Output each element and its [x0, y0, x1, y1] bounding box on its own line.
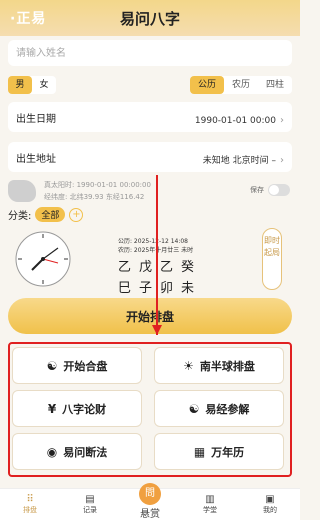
feature-label: 万年历 — [211, 445, 245, 459]
calendar-lunar-tab[interactable]: 农历 — [224, 76, 258, 94]
china-map-icon — [8, 180, 36, 202]
gender-male-button[interactable]: 男 — [8, 76, 32, 94]
tab-label: 学堂 — [203, 506, 217, 514]
gregorian-time: 公历: 2025-12-12 14:08 — [118, 238, 188, 245]
save-toggle[interactable] — [268, 184, 290, 196]
save-label: 保存 — [250, 186, 264, 194]
sun-icon: ☀ — [183, 358, 194, 373]
tab-label: 记录 — [83, 506, 97, 514]
category-label: 分类: — [8, 211, 32, 222]
category-row: 分类: 全部 + — [8, 207, 84, 222]
iching-explain-button[interactable]: ☯ 易经参解 — [154, 390, 284, 427]
tab-label: 悬赏 — [140, 508, 160, 520]
tab-chart[interactable]: ⠿ 排盘 — [5, 494, 55, 515]
calendar-solar-tab[interactable]: 公历 — [190, 76, 224, 94]
chevron-right-icon: › — [280, 114, 284, 126]
true-solar-time: 真太阳时: 1990-01-01 00:00:00 — [44, 181, 151, 189]
tab-school[interactable]: ▥ 学堂 — [185, 494, 235, 515]
category-chip-all[interactable]: 全部 — [35, 207, 66, 222]
tab-profile[interactable]: ▣ 我的 — [245, 494, 295, 515]
birth-date-value: 1990-01-01 00:00 — [194, 115, 276, 126]
book-icon: ▥ — [205, 494, 215, 505]
calendar-pillars-tab[interactable]: 四柱 — [258, 76, 292, 94]
clock-icon — [15, 231, 71, 287]
birth-date-label: 出生日期 — [16, 113, 56, 125]
app-logo: ·正易 — [10, 11, 47, 27]
gender-female-button[interactable]: 女 — [32, 76, 56, 94]
add-category-button[interactable]: + — [69, 207, 84, 222]
feature-label: 南半球排盘 — [199, 359, 255, 373]
calendar-icon: ▦ — [193, 444, 206, 459]
tab-label: 我的 — [263, 506, 277, 514]
app-header: ·正易 易问八字 — [0, 0, 300, 36]
page-title: 易问八字 — [119, 9, 180, 28]
grid-icon: ⠿ — [26, 494, 34, 505]
feature-label: 易经参解 — [205, 402, 250, 416]
earthly-branches: 巳子卯未 — [118, 281, 203, 296]
compass-icon: ◉ — [46, 444, 58, 459]
taiji-icon: ☯ — [188, 401, 200, 416]
chevron-right-icon: › — [280, 154, 284, 166]
coordinates-text: 经纬度: 北纬39.93 东经116.42 — [44, 193, 145, 201]
calendar-toggle: 公历 农历 四柱 — [190, 76, 292, 94]
perpetual-calendar-button[interactable]: ▦ 万年历 — [154, 433, 284, 470]
annotation-arrow — [152, 175, 162, 335]
tab-label: 排盘 — [23, 506, 37, 514]
birth-place-value: 未知地 北京时间 – — [202, 155, 276, 166]
instant-chart-button[interactable]: 即时起局 — [262, 228, 282, 290]
combine-chart-button[interactable]: ☯ 开始合盘 — [12, 347, 142, 384]
records-icon: ▤ — [85, 494, 95, 505]
ask-icon: 問 — [139, 482, 161, 505]
yin-yang-icon: ☯ — [46, 358, 58, 373]
money-bag-icon: ¥ — [47, 401, 57, 416]
birth-date-row[interactable]: 出生日期 1990-01-01 00:00 › — [8, 102, 292, 132]
heavenly-stems: 乙戊乙癸 — [118, 260, 203, 275]
profile-icon: ▣ — [265, 494, 275, 505]
feature-label: 易问断法 — [63, 445, 108, 459]
wealth-analysis-button[interactable]: ¥ 八字论财 — [12, 390, 142, 427]
name-input[interactable] — [8, 40, 292, 66]
southern-hemisphere-button[interactable]: ☀ 南半球排盘 — [154, 347, 284, 384]
feature-label: 八字论财 — [62, 402, 107, 416]
birth-place-label: 出生地址 — [16, 153, 56, 165]
save-toggle-row: 保存 — [250, 184, 290, 196]
tab-records[interactable]: ▤ 记录 — [65, 494, 115, 515]
gender-toggle: 男 女 — [8, 76, 56, 94]
bottom-tab-bar: ⠿ 排盘 ▤ 记录 問 悬赏 ▥ 学堂 ▣ 我的 — [0, 482, 300, 520]
judgment-method-button[interactable]: ◉ 易问断法 — [12, 433, 142, 470]
feature-label: 开始合盘 — [63, 359, 108, 373]
bazi-preview: 公历: 2025-12-12 14:08 农历: 2025年十月廿三 未时 乙戊… — [118, 236, 202, 296]
lunar-time: 农历: 2025年十月廿三 未时 — [118, 247, 194, 254]
start-chart-button[interactable]: 开始排盘 — [8, 298, 292, 334]
birth-place-row[interactable]: 出生地址 未知地 北京时间 – › — [8, 142, 292, 172]
tab-bounty[interactable]: 問 悬赏 — [125, 482, 175, 520]
